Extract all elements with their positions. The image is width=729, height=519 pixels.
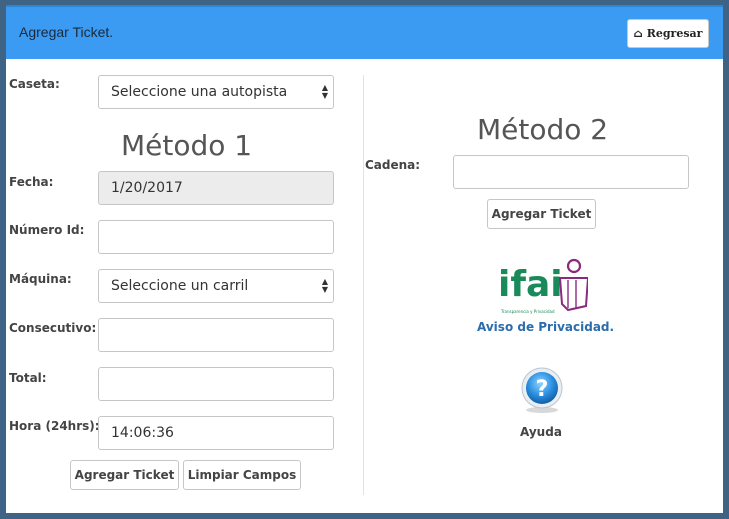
select-arrows-icon: ▲ ▼ — [321, 83, 328, 100]
clear-fields-button[interactable]: Limpiar Campos — [183, 460, 301, 490]
method2-heading: Método 2 — [477, 113, 609, 146]
add-ticket-button-method1[interactable]: Agregar Ticket — [70, 460, 179, 490]
total-label: Total: — [9, 371, 47, 385]
hora-value: 14:06:36 — [111, 425, 174, 441]
page-title: Agregar Ticket. — [19, 24, 114, 40]
ifai-logo-text: ifai — [498, 264, 563, 305]
column-divider — [363, 75, 364, 495]
caseta-select[interactable]: Seleccione una autopista ▲ ▼ — [98, 75, 334, 109]
maquina-label: Máquina: — [9, 272, 72, 286]
add-ticket-button-method2[interactable]: Agregar Ticket — [487, 199, 596, 229]
total-input[interactable] — [98, 367, 334, 401]
ifai-logo: ifai Transparencia y Privacidad — [498, 258, 588, 314]
hora-label: Hora (24hrs): — [9, 419, 100, 433]
help-label: Ayuda — [520, 425, 562, 439]
cadena-input[interactable] — [453, 155, 689, 189]
home-icon: ⌂ — [633, 27, 643, 40]
fecha-field: 1/20/2017 — [98, 171, 334, 205]
method1-heading: Método 1 — [121, 129, 253, 162]
consecutivo-input[interactable] — [98, 318, 334, 352]
back-button-label: Regresar — [646, 27, 703, 40]
maquina-select[interactable]: Seleccione un carril ▲ ▼ — [98, 269, 334, 303]
numero-id-input[interactable] — [98, 220, 334, 254]
fecha-label: Fecha: — [9, 175, 54, 189]
numero-id-label: Número Id: — [9, 223, 85, 237]
header-bar: Agregar Ticket. ⌂ Regresar — [6, 5, 723, 59]
hora-input[interactable]: 14:06:36 — [98, 416, 334, 450]
select-arrows-icon: ▲ ▼ — [321, 277, 328, 294]
caseta-selected-value: Seleccione una autopista — [111, 84, 288, 100]
privacy-notice-link[interactable]: Aviso de Privacidad. — [477, 320, 614, 334]
back-button[interactable]: ⌂ Regresar — [627, 19, 709, 48]
ifai-logo-tagline: Transparencia y Privacidad — [500, 309, 555, 314]
caseta-label: Caseta: — [9, 77, 60, 91]
maquina-selected-value: Seleccione un carril — [111, 278, 249, 294]
fecha-value: 1/20/2017 — [111, 180, 183, 196]
svg-text:?: ? — [536, 377, 549, 402]
main-panel: Agregar Ticket. ⌂ Regresar Caseta: Selec… — [6, 5, 723, 513]
cadena-label: Cadena: — [365, 158, 421, 172]
consecutivo-label: Consecutivo: — [9, 321, 97, 335]
help-icon[interactable]: ? — [518, 366, 566, 414]
